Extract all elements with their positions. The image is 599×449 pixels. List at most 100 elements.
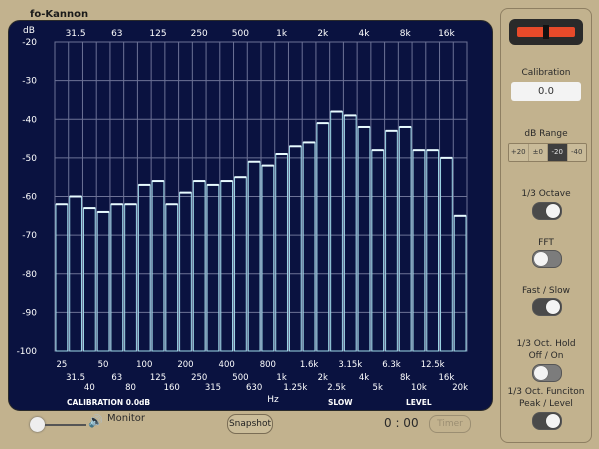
x-tick-label: 315 [205,383,221,393]
x-tick-label: 63 [111,373,122,383]
db-range-label: dB Range [524,129,568,139]
db-range-option[interactable]: +20 [509,144,529,161]
fft-toggle[interactable] [532,250,562,268]
timer-button[interactable]: Timer [429,415,471,433]
monitor-label: Monitor [107,413,146,424]
top-tick-label: 2k [317,29,329,39]
spectrum-bar [165,203,179,352]
spectrum-bar [110,203,124,352]
y-tick-label: -70 [22,231,37,241]
calibration-label: Calibration [521,68,571,78]
spectrum-bar [124,203,137,352]
db-range-selector[interactable]: +20 ±0 -20 -40 [508,143,587,162]
y-tick-label: -40 [22,115,37,125]
hold-sublabel: Off / On [528,351,564,361]
calibration-status: CALIBRATION 0.0dB [67,398,150,407]
spectrum-bar [261,165,275,352]
speaker-icon: 🔊 [88,414,103,428]
x-tick-label: 1.25k [283,383,307,393]
top-tick-label: 8k [400,29,412,39]
fft-label: FFT [538,238,554,248]
x-tick-label: 16k [439,373,455,383]
calibration-field[interactable]: 0.0 [511,82,581,101]
y-tick-label: -100 [17,347,38,357]
x-tick-label: 5k [373,383,383,393]
octave-label: 1/3 Octave [521,189,571,199]
top-tick-label: 250 [191,29,208,39]
spectrum-bar [275,153,288,352]
spectrum-bar [343,114,357,352]
spectrum-bar [453,215,467,352]
x-tick-label: 100 [136,360,152,370]
top-tick-label: 16k [438,29,455,39]
x-tick-label: 1k [276,373,286,383]
spectrum-chart: -20 -30 -40 -50 -60 -70 -80 -90 -100 dB 31.5 63 125 2… [17,26,469,407]
function-sublabel: Peak / Level [519,399,573,409]
db-range-option[interactable]: -20 [548,144,568,161]
octave-toggle[interactable] [532,202,562,220]
monitor-volume-track [38,424,86,426]
spectrum-bar [151,180,165,352]
spectrum-bar [192,180,206,352]
db-range-option[interactable]: ±0 [528,144,548,161]
spectrum-bar [440,157,453,352]
y-tick-label: -60 [22,193,37,203]
spectrum-bar [426,149,440,352]
fast-slow-toggle[interactable] [532,298,562,316]
x-tick-label: 12.5k [421,360,445,370]
spectrum-bar [137,184,151,352]
x-tick-label: 160 [164,383,180,393]
x-tick-label: 2k [318,373,328,383]
x-tick-label: 3.15k [338,360,362,370]
spectrum-bar [179,192,192,352]
x-tick-label: 50 [98,360,109,370]
spectrum-bar [206,184,220,352]
top-tick-label: 63 [111,29,122,39]
db-range-option[interactable]: -40 [567,144,586,161]
x-tick-label: 125 [150,373,166,383]
spectrum-bar [357,126,371,352]
y-tick-label: -30 [22,77,37,87]
spectrum-bar [316,122,330,352]
x-tick-label: 2.5k [327,383,346,393]
y-tick-label: -80 [22,270,37,280]
y-tick-label: -90 [22,308,37,318]
function-toggle[interactable] [532,412,562,430]
y-axis-label: dB [23,26,35,36]
x-tick-label: 800 [260,360,276,370]
y-tick-label: -50 [22,154,37,164]
x-tick-label: 10k [411,383,427,393]
spectrum-bar [247,161,261,352]
x-tick-label: 500 [232,373,248,383]
x-tick-label: 630 [246,383,262,393]
hold-toggle[interactable] [532,364,562,382]
spectrum-bar [82,207,96,352]
spectrum-bar [55,203,69,352]
x-tick-label: 6.3k [382,360,401,370]
mode-status: LEVEL [406,398,432,407]
spectrum-bar [302,141,316,352]
x-tick-label: 200 [177,360,193,370]
fast-slow-label: Fast / Slow [522,286,570,296]
x-tick-label: 31.5 [66,373,85,383]
elapsed-time: 0 : 00 [384,416,419,430]
snapshot-button[interactable]: Snapshot [227,414,273,434]
hold-label: 1/3 Oct. Hold [516,339,576,349]
top-tick-label: 125 [149,29,166,39]
x-tick-label: 20k [452,383,468,393]
y-tick-label: -20 [22,38,37,48]
x-tick-label: 1.6k [300,360,319,370]
top-tick-label: 4k [359,29,371,39]
x-tick-label: 25 [56,360,67,370]
x-tick-label: 8k [400,373,410,383]
x-tick-label: 250 [191,373,207,383]
spectrum-panel: -20 -30 -40 -50 -60 -70 -80 -90 -100 dB 31.5 63 125 2… [8,20,493,411]
spectrum-bar [288,145,302,352]
monitor-volume-slider[interactable] [30,417,45,432]
spectrum-bar [234,176,247,352]
spectrum-bar [330,111,343,352]
x-tick-label: 400 [219,360,235,370]
x-tick-label: 40 [84,383,95,393]
spectrum-bar [385,130,398,352]
spectrum-bar [371,149,385,352]
